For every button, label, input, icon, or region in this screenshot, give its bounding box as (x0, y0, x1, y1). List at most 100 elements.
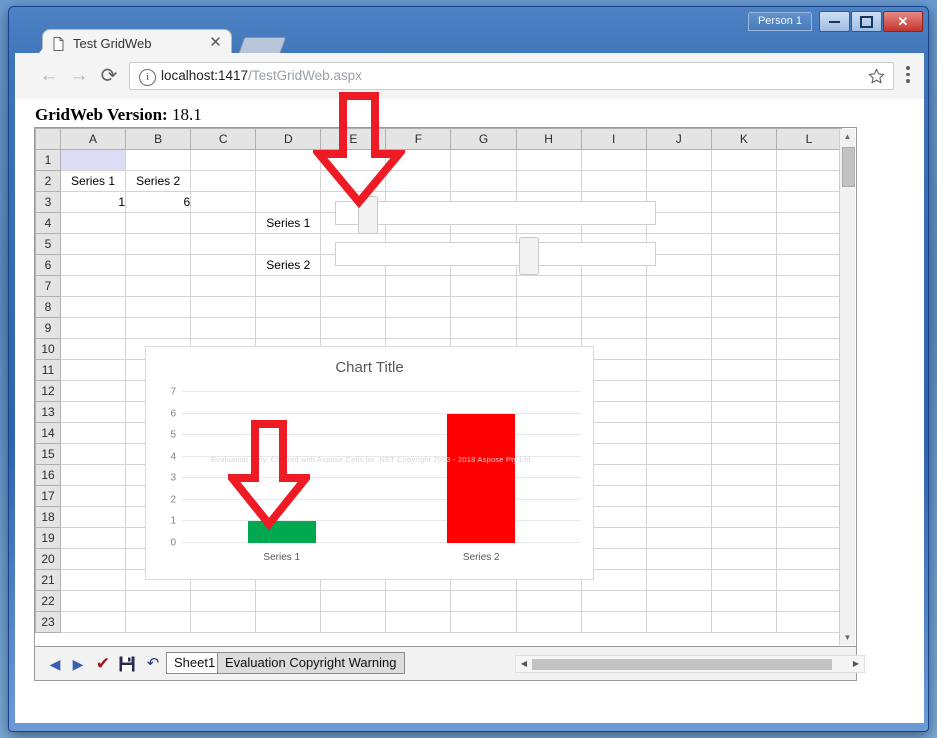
cell-C9[interactable] (190, 317, 257, 339)
cell-A7[interactable] (60, 275, 127, 297)
cell-A15[interactable] (60, 443, 127, 465)
row-header-11[interactable]: 11 (35, 359, 62, 381)
cell-J18[interactable] (645, 506, 712, 528)
cell-J8[interactable] (645, 296, 712, 318)
cell-E2[interactable] (320, 170, 387, 192)
next-sheet-icon[interactable]: ▶ (68, 654, 88, 674)
row-header-3[interactable]: 3 (35, 191, 62, 213)
row-header-5[interactable]: 5 (35, 233, 62, 255)
minimize-button[interactable] (819, 11, 850, 32)
cell-K13[interactable] (710, 401, 777, 423)
row-header-17[interactable]: 17 (35, 485, 62, 507)
cell-J1[interactable] (645, 149, 712, 171)
cell-C23[interactable] (190, 611, 257, 633)
tab-close-icon[interactable]: ✕ (208, 35, 223, 50)
cell-C8[interactable] (190, 296, 257, 318)
cell-L20[interactable] (775, 548, 843, 570)
cell-C6[interactable] (190, 254, 257, 276)
cell-H23[interactable] (515, 611, 582, 633)
cell-E23[interactable] (320, 611, 387, 633)
cell-L3[interactable] (775, 191, 843, 213)
cell-L2[interactable] (775, 170, 843, 192)
row-header-6[interactable]: 6 (35, 254, 62, 276)
cell-K21[interactable] (710, 569, 777, 591)
cell-D3[interactable] (255, 191, 322, 213)
cell-A10[interactable] (60, 338, 127, 360)
cell-K12[interactable] (710, 380, 777, 402)
cell-C1[interactable] (190, 149, 257, 171)
cell-A20[interactable] (60, 548, 127, 570)
submit-icon[interactable]: ✔ (93, 654, 113, 674)
undo-icon[interactable]: ↶ (143, 654, 163, 674)
cell-D6[interactable]: Series 2 (255, 254, 322, 276)
cell-D1[interactable] (255, 149, 322, 171)
address-bar[interactable]: i localhost:1417/TestGridWeb.aspx (129, 62, 894, 90)
cell-L7[interactable] (775, 275, 843, 297)
cell-A9[interactable] (60, 317, 127, 339)
v-scroll-thumb[interactable] (842, 147, 855, 187)
cell-E1[interactable] (320, 149, 387, 171)
cell-J14[interactable] (645, 422, 712, 444)
cell-J23[interactable] (645, 611, 712, 633)
cell-A14[interactable] (60, 422, 127, 444)
cell-F2[interactable] (385, 170, 452, 192)
save-icon[interactable] (119, 656, 135, 672)
cell-G7[interactable] (450, 275, 517, 297)
cell-D8[interactable] (255, 296, 322, 318)
cell-C3[interactable] (190, 191, 257, 213)
cell-H2[interactable] (515, 170, 582, 192)
column-header-a[interactable]: A (60, 128, 127, 150)
cell-D9[interactable] (255, 317, 322, 339)
cell-B22[interactable] (125, 590, 192, 612)
cell-H22[interactable] (515, 590, 582, 612)
cell-A16[interactable] (60, 464, 127, 486)
column-header-g[interactable]: G (450, 128, 517, 150)
cell-K5[interactable] (710, 233, 777, 255)
close-button[interactable]: ✕ (883, 11, 923, 32)
row-header-10[interactable]: 10 (35, 338, 62, 360)
cell-D4[interactable]: Series 1 (255, 212, 322, 234)
cell-L16[interactable] (775, 464, 843, 486)
cell-H9[interactable] (515, 317, 582, 339)
cell-C4[interactable] (190, 212, 257, 234)
cell-K1[interactable] (710, 149, 777, 171)
cell-D7[interactable] (255, 275, 322, 297)
sheet-tab-evaluation-warning[interactable]: Evaluation Copyright Warning (217, 652, 405, 674)
cell-K4[interactable] (710, 212, 777, 234)
cell-A23[interactable] (60, 611, 127, 633)
series-1-slider[interactable] (335, 196, 656, 234)
cell-L8[interactable] (775, 296, 843, 318)
cell-G1[interactable] (450, 149, 517, 171)
column-header-c[interactable]: C (190, 128, 257, 150)
cell-L13[interactable] (775, 401, 843, 423)
row-header-23[interactable]: 23 (35, 611, 62, 633)
row-header-1[interactable]: 1 (35, 149, 62, 171)
cell-L23[interactable] (775, 611, 843, 633)
cell-A22[interactable] (60, 590, 127, 612)
cell-L4[interactable] (775, 212, 843, 234)
row-header-14[interactable]: 14 (35, 422, 62, 444)
h-scroll-thumb[interactable] (532, 659, 832, 670)
column-header-b[interactable]: B (125, 128, 192, 150)
back-icon[interactable]: ← (37, 65, 61, 89)
cell-A4[interactable] (60, 212, 127, 234)
reload-icon[interactable]: ⟳ (97, 65, 121, 89)
cell-A11[interactable] (60, 359, 127, 381)
column-header-d[interactable]: D (255, 128, 322, 150)
cell-K9[interactable] (710, 317, 777, 339)
cell-K14[interactable] (710, 422, 777, 444)
cell-A17[interactable] (60, 485, 127, 507)
cell-L17[interactable] (775, 485, 843, 507)
horizontal-scrollbar[interactable]: ◀ ▶ (515, 655, 865, 673)
h-scroll-right-icon[interactable]: ▶ (850, 658, 862, 670)
cell-A1[interactable] (60, 149, 127, 171)
cell-A21[interactable] (60, 569, 127, 591)
cell-D23[interactable] (255, 611, 322, 633)
cell-K6[interactable] (710, 254, 777, 276)
cell-K22[interactable] (710, 590, 777, 612)
column-header-i[interactable]: I (580, 128, 647, 150)
cell-E7[interactable] (320, 275, 387, 297)
cell-A2[interactable]: Series 1 (60, 170, 127, 192)
cell-J12[interactable] (645, 380, 712, 402)
cell-I23[interactable] (580, 611, 647, 633)
